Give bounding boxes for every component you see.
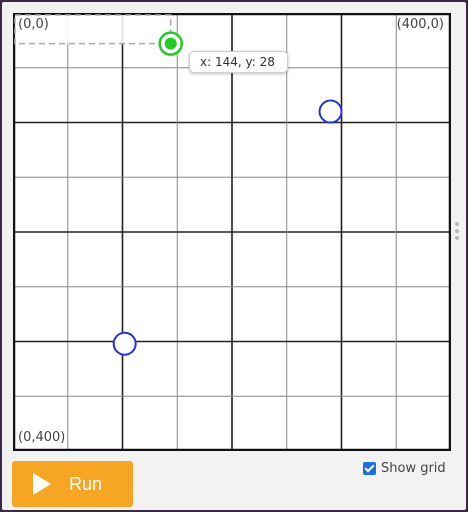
grid-plot[interactable] bbox=[13, 13, 451, 451]
show-grid-label: Show grid bbox=[381, 460, 446, 476]
point-marker[interactable] bbox=[318, 99, 343, 124]
run-button-label: Run bbox=[69, 474, 103, 494]
corner-label-bottom-left: (0,400) bbox=[18, 430, 66, 445]
coordinate-tooltip: x: 144, y: 28 bbox=[189, 51, 288, 73]
app-frame: (0,0) (400,0) (0,400) x: 144, y: 28 Run … bbox=[2, 2, 466, 510]
point-marker[interactable] bbox=[112, 331, 137, 356]
show-grid-checkbox[interactable] bbox=[363, 461, 376, 475]
play-icon bbox=[33, 473, 51, 495]
drag-handle-icon[interactable] bbox=[455, 220, 461, 244]
run-button[interactable]: Run bbox=[12, 461, 133, 507]
show-grid-toggle[interactable]: Show grid bbox=[363, 458, 446, 478]
corner-label-top-right: (400,0) bbox=[396, 17, 444, 32]
corner-label-top-left: (0,0) bbox=[18, 17, 49, 32]
coordinate-canvas[interactable]: (0,0) (400,0) (0,400) x: 144, y: 28 bbox=[13, 13, 451, 451]
selected-point-dot bbox=[164, 37, 177, 50]
